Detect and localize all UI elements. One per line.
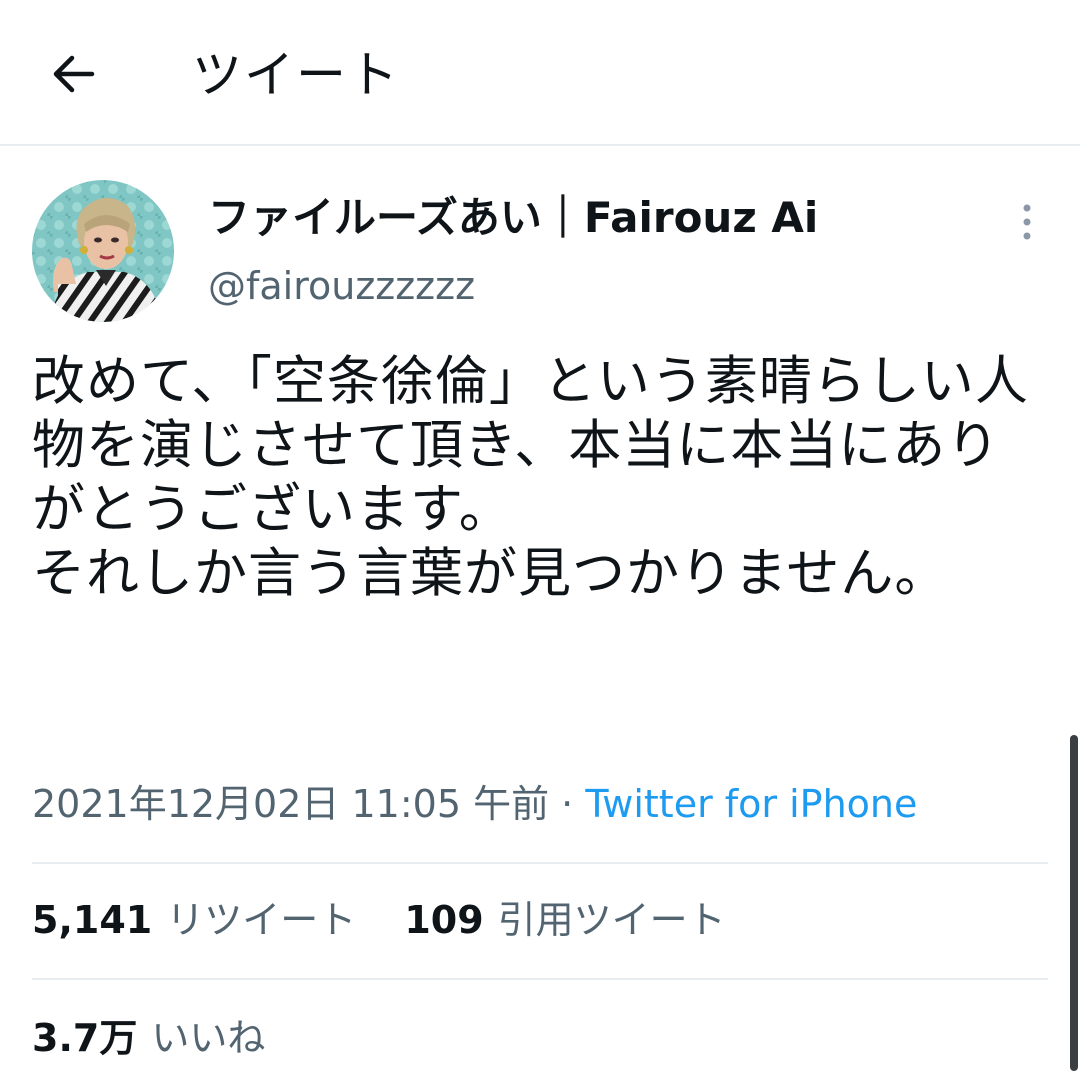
tweet-text: 改めて、「空条徐倫」という素晴らしい人物を演じさせて頂き、本当に本当にありがとう… <box>32 351 1029 604</box>
author-handle[interactable]: @fairouzzzzzz <box>208 260 475 312</box>
retweet-count: 5,141 <box>32 898 153 942</box>
meta-separator: · <box>549 782 586 826</box>
page-title: ツイート <box>192 46 400 104</box>
like-count: 3.7万 <box>32 1016 138 1060</box>
likes-row: 3.7万 いいね <box>32 1012 301 1064</box>
tweet-detail-page: ツイート ファイルーズあい｜Fairouz Ai @fairouzzzzzz 改… <box>0 0 1080 1071</box>
back-button[interactable] <box>44 46 104 102</box>
tweet-source-link[interactable]: Twitter for iPhone <box>585 782 917 826</box>
quote-tweets-stat[interactable]: 109 引用ツイート <box>404 894 725 946</box>
tweet-meta: 2021年12月02日 11:05 午前 · Twitter for iPhon… <box>32 778 917 830</box>
likes-stat[interactable]: 3.7万 いいね <box>32 1012 265 1064</box>
author-display-name[interactable]: ファイルーズあい｜Fairouz Ai <box>208 190 818 246</box>
more-options-button[interactable] <box>1008 198 1046 246</box>
vertical-dots-icon <box>1023 204 1031 240</box>
divider <box>32 978 1048 980</box>
top-bar: ツイート <box>0 0 1080 146</box>
quote-count: 109 <box>404 898 484 942</box>
retweets-stat[interactable]: 5,141 リツイート <box>32 894 356 946</box>
quote-label: 引用ツイート <box>497 898 726 942</box>
tweet-timestamp[interactable]: 2021年12月02日 11:05 午前 <box>32 782 549 826</box>
like-label: いいね <box>151 1016 266 1060</box>
stats-row: 5,141 リツイート 109 引用ツイート <box>32 894 762 946</box>
divider <box>32 862 1048 864</box>
avatar[interactable] <box>32 180 174 322</box>
arrow-left-icon <box>53 55 95 93</box>
profile-photo <box>32 180 174 322</box>
scrollbar[interactable] <box>1070 735 1078 1071</box>
retweet-label: リツイート <box>166 898 357 942</box>
